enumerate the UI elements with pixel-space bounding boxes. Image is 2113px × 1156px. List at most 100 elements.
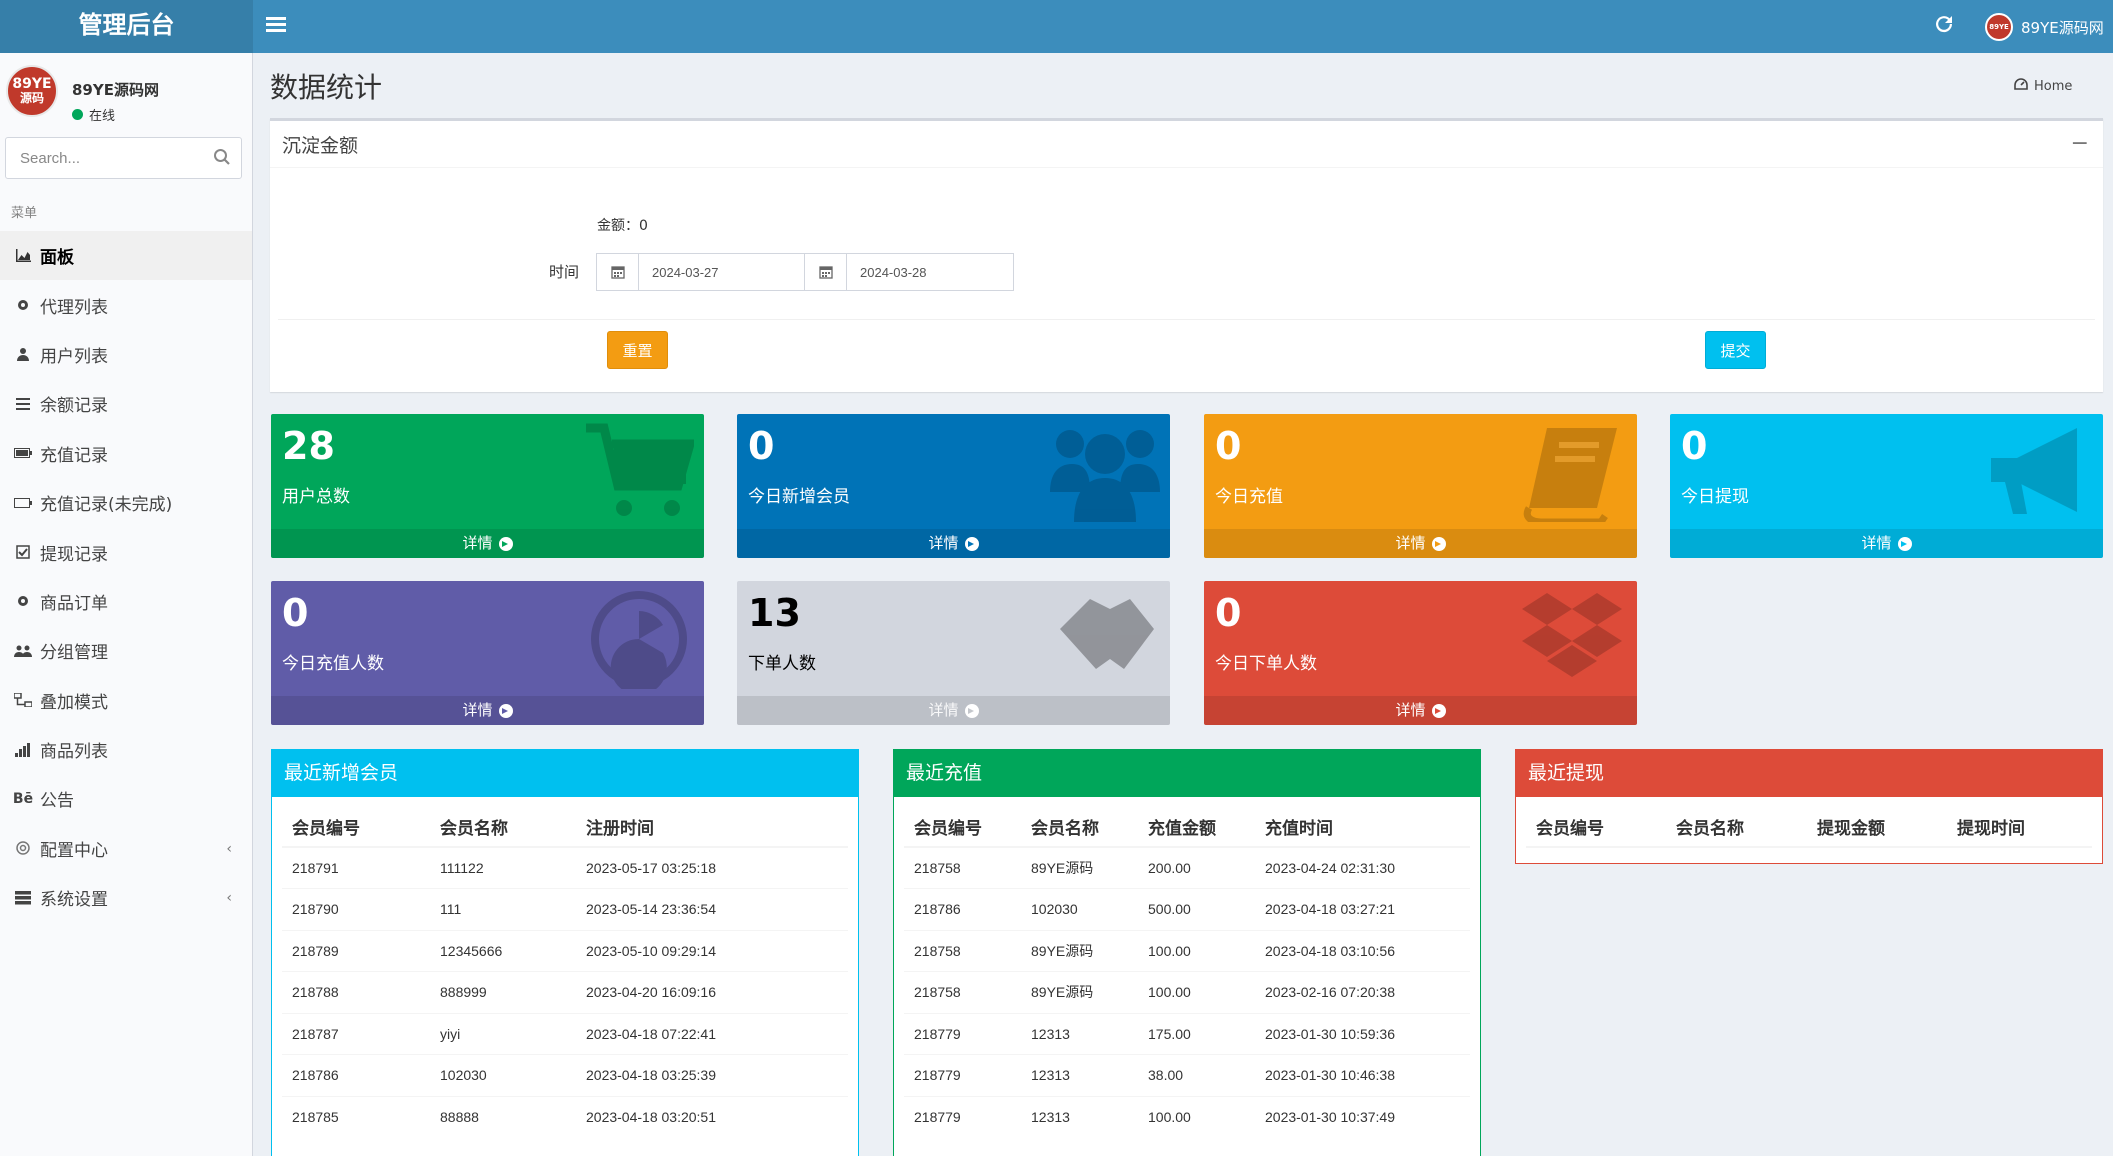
sidebar-item-recharge[interactable]: 充值记录 (0, 429, 252, 478)
column-header: 会员编号 (904, 807, 1021, 848)
search-input[interactable] (6, 138, 206, 178)
sidebar-item-groups[interactable]: 分组管理 (0, 626, 252, 675)
settle-amount-box: 沉淀金额 − 金额：0 时间 重置 提交 (270, 118, 2103, 392)
table-cell: 2023-05-17 03:25:18 (576, 846, 848, 889)
list-icon (14, 395, 32, 413)
column-header: 充值时间 (1255, 807, 1470, 848)
page-title: 数据统计 (270, 71, 383, 104)
area-chart-icon (14, 247, 32, 265)
sidebar-toggle-icon[interactable] (266, 14, 286, 36)
table-cell: 100.00 (1138, 971, 1255, 1013)
table-cell: yiyi (430, 1012, 576, 1055)
sidebar-item-label: 余额记录 (40, 396, 108, 417)
sidebar-item-orders[interactable]: 商品订单 (0, 577, 252, 626)
sidebar-item-products[interactable]: 商品列表 (0, 725, 252, 774)
dropbox-icon (1522, 593, 1622, 677)
table-cell: 2023-04-18 07:22:41 (576, 1012, 848, 1055)
table-cell: 218779 (904, 1054, 1021, 1096)
dashboard-icon (2014, 78, 2028, 94)
table-cell: 218758 (904, 929, 1021, 972)
sidebar-item-system[interactable]: 系统设置 ‹ (0, 873, 252, 922)
stat-recharge-users-today: 0 今日充值人数 详情 (271, 581, 704, 725)
details-link[interactable]: 详情 (1670, 529, 2103, 558)
column-header: 会员名称 (1021, 807, 1138, 848)
box-title: 最近提现 (1516, 750, 2102, 797)
column-header: 会员名称 (1666, 807, 1807, 848)
signal-icon (14, 741, 32, 759)
table-cell: 89YE源码 (1021, 971, 1138, 1013)
sidebar-item-users[interactable]: 用户列表 (0, 330, 252, 379)
table-body: 218791 111122 2023-05-17 03:25:18 218790 111… (282, 846, 848, 1138)
table-cell: 111 (430, 888, 576, 930)
chevron-left-icon: ‹ (226, 840, 232, 857)
table-cell: 2023-01-30 10:46:38 (1255, 1054, 1470, 1096)
sidebar-item-label: 充值记录 (40, 445, 108, 466)
stat-value: 0 (748, 424, 775, 468)
table-cell: 2023-04-24 02:31:30 (1255, 846, 1470, 889)
table-row: 218791 111122 2023-05-17 03:25:18 (282, 846, 848, 889)
details-link[interactable]: 详情 (1204, 696, 1637, 725)
stat-label: 今日下单人数 (1215, 654, 1317, 674)
arrow-circle-right-icon (1431, 703, 1446, 718)
reset-button[interactable]: 重置 (607, 331, 668, 369)
table-cell: 218788 (282, 971, 430, 1013)
end-date-input[interactable] (847, 254, 1013, 290)
battery-empty-icon (14, 494, 32, 512)
table-cell: 100.00 (1138, 1095, 1255, 1138)
calendar-icon[interactable] (805, 254, 847, 290)
check-square-icon (14, 543, 32, 561)
details-link[interactable]: 详情 (737, 529, 1170, 558)
logo[interactable]: 管理后台 (0, 0, 253, 53)
table-row: 218787 yiyi 2023-04-18 07:22:41 (282, 1012, 848, 1055)
user-menu[interactable]: 89YE 89YE源码网 (1985, 10, 2104, 44)
column-header: 会员编号 (282, 807, 430, 848)
sidebar-item-balance[interactable]: 余额记录 (0, 379, 252, 428)
table-cell: 2023-04-20 16:09:16 (576, 971, 848, 1013)
recent-recharge-table: 会员编号 会员名称 充值金额 充值时间 218758 89YE源码 200.00 20… (904, 807, 1470, 1138)
sidebar-item-recharge-pending[interactable]: 充值记录(未完成) (0, 478, 252, 527)
calendar-icon[interactable] (597, 254, 639, 290)
stat-value: 0 (1215, 424, 1242, 468)
submit-button[interactable]: 提交 (1705, 331, 1766, 369)
arrow-circle-right-icon (964, 703, 979, 718)
sidebar-item-notice[interactable]: Bē 公告 (0, 774, 252, 823)
arrow-circle-right-icon (1431, 536, 1446, 551)
details-link[interactable]: 详情 (271, 696, 704, 725)
handshake-icon (1060, 599, 1154, 669)
breadcrumb[interactable]: Home (2014, 78, 2072, 94)
book-icon (1523, 428, 1617, 522)
column-header: 会员编号 (1526, 807, 1666, 848)
breadcrumb-home[interactable]: Home (2034, 79, 2072, 94)
search-icon[interactable] (213, 148, 233, 168)
sidebar-item-label: 提现记录 (40, 544, 108, 565)
table-cell: 12313 (1021, 1012, 1138, 1055)
table-row: 218779 12313 175.00 2023-01-30 10:59:36 (904, 1012, 1470, 1055)
collapse-icon[interactable]: − (2071, 131, 2089, 156)
table-cell: 12313 (1021, 1054, 1138, 1096)
details-link[interactable]: 详情 (271, 529, 704, 558)
stat-label: 今日充值人数 (282, 654, 384, 674)
table-cell: 102030 (1021, 888, 1138, 930)
stat-label: 用户总数 (282, 487, 350, 507)
sidebar-item-agents[interactable]: 代理列表 (0, 280, 252, 329)
stat-value: 0 (1215, 591, 1242, 635)
table-cell: 218785 (282, 1095, 430, 1138)
user-icon (14, 345, 32, 363)
table-cell: 38.00 (1138, 1054, 1255, 1096)
start-date-input[interactable] (639, 254, 805, 290)
sidebar-item-overlay[interactable]: 叠加模式 (0, 676, 252, 725)
box-title: 最近新增会员 (272, 750, 858, 797)
stat-value: 0 (1681, 424, 1708, 468)
stat-value: 0 (282, 591, 309, 635)
table-row: 218758 89YE源码 200.00 2023-04-24 02:31:30 (904, 846, 1470, 889)
sidebar-item-withdraw[interactable]: 提现记录 (0, 527, 252, 576)
sidebar-item-label: 公告 (40, 791, 74, 812)
sidebar-item-dashboard[interactable]: 面板 (0, 231, 252, 281)
details-link[interactable]: 详情 (1204, 529, 1637, 558)
details-link[interactable]: 详情 (737, 696, 1170, 725)
table-cell: 175.00 (1138, 1012, 1255, 1055)
refresh-icon[interactable] (1932, 12, 1956, 36)
sidebar-item-label: 叠加模式 (40, 692, 108, 713)
sidebar-item-config[interactable]: 配置中心 ‹ (0, 824, 252, 873)
stat-new-members-today: 0 今日新增会员 详情 (737, 414, 1170, 558)
